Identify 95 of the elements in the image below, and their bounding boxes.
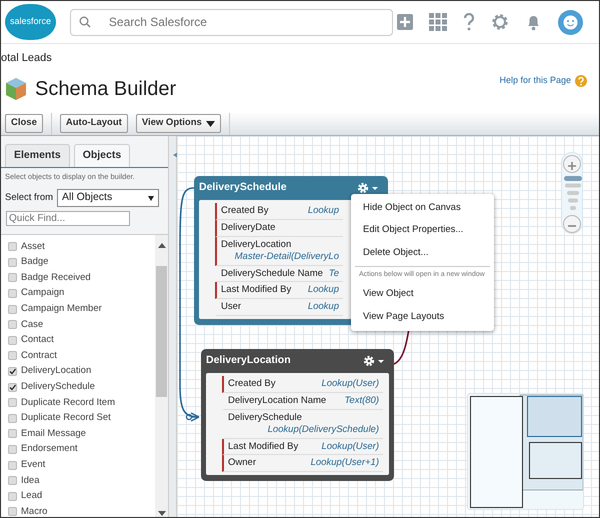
tab[interactable]: Elements	[5, 144, 70, 167]
object-item[interactable]: Badge Received	[1, 270, 155, 286]
search-icon	[78, 16, 91, 28]
field-name: Owner	[228, 457, 256, 470]
object-item[interactable]: Email Message	[1, 426, 155, 442]
object-item[interactable]: Event	[1, 457, 155, 473]
checkbox[interactable]	[8, 476, 17, 486]
tab[interactable]: Objects	[74, 144, 130, 167]
field-name: DeliveryLocation	[221, 238, 292, 251]
object-item[interactable]: Lead	[1, 488, 155, 504]
toolbar-button[interactable]: Auto-Layout	[60, 114, 128, 133]
object-item[interactable]: Contract	[1, 348, 155, 364]
gear-menu-icon[interactable]	[363, 355, 385, 367]
object-item[interactable]: Macro	[1, 504, 155, 517]
object-item[interactable]: Case	[1, 316, 155, 333]
field-type: Lookup(User)	[321, 440, 379, 452]
field-type: Lookup(User)	[321, 378, 379, 390]
checkbox[interactable]	[8, 367, 17, 376]
checkbox[interactable]	[8, 320, 17, 330]
select-label: Select from	[5, 190, 54, 205]
field-name: Created By	[221, 205, 269, 217]
object-item[interactable]: Duplicate Record Set	[1, 410, 155, 426]
node-title: DeliverySchedule	[199, 180, 287, 196]
checkbox[interactable]	[8, 507, 17, 516]
help-icon[interactable]	[575, 75, 587, 87]
scrollbar-thumb[interactable]	[156, 266, 167, 397]
checkbox[interactable]	[8, 351, 17, 360]
object-item[interactable]: Contact	[1, 332, 155, 348]
field-type: Text(80)	[344, 394, 379, 407]
checkbox[interactable]	[8, 445, 17, 454]
checkbox[interactable]	[8, 429, 17, 438]
checkbox[interactable]	[8, 398, 17, 408]
checkbox[interactable]	[8, 242, 17, 252]
zoom-in-button[interactable]	[563, 155, 581, 173]
schema-builder-icon	[5, 77, 27, 101]
object-item[interactable]: Endorsement	[1, 442, 155, 458]
caret-icon	[148, 196, 154, 200]
scrollbar[interactable]	[155, 235, 168, 517]
field-name: User	[221, 301, 242, 314]
checkbox[interactable]	[8, 460, 17, 470]
checkbox[interactable]	[8, 289, 17, 298]
zoom-control[interactable]	[561, 152, 583, 234]
field-name: DeliverySchedule	[228, 412, 302, 424]
page-title: Schema Builder	[35, 77, 176, 102]
field-name: Last Modified By	[228, 440, 298, 452]
object-select[interactable]: All Objects	[57, 189, 160, 207]
field-name: Last Modified By	[221, 284, 292, 296]
avatar-icon[interactable]	[558, 10, 583, 34]
object-item[interactable]: Campaign	[1, 286, 155, 302]
help-link[interactable]: Help for this Page	[499, 74, 571, 88]
quick-find-field[interactable]: Quick Find...	[6, 211, 130, 226]
node-title: DeliveryLocation	[206, 353, 291, 368]
field-type: Lookup	[308, 301, 339, 314]
field-type: Lookup	[308, 205, 339, 217]
object-item[interactable]: Asset	[1, 239, 155, 255]
object-item[interactable]: DeliverySchedule	[1, 379, 155, 395]
zoom-slider[interactable]	[562, 175, 584, 213]
checkbox[interactable]	[8, 304, 17, 314]
object-node[interactable]: DeliveryLocation Created By Lookup(User) DeliveryLocation Name Text(80) DeliverySchedule Lookup(DeliverySchedule) Last Modified By Lookup(User) Owner Lookup(User+1)	[201, 349, 394, 482]
checkbox[interactable]	[8, 492, 17, 501]
object-item[interactable]: Badge	[1, 254, 155, 270]
object-item[interactable]: DeliveryLocation	[1, 364, 155, 380]
object-item[interactable]: Idea	[1, 472, 155, 488]
app-launcher-icon[interactable]	[429, 13, 447, 31]
field-type: Lookup(User+1)	[310, 457, 379, 470]
settings-icon[interactable]	[491, 13, 509, 31]
object-item[interactable]: Duplicate Record Item	[1, 394, 155, 411]
scroll-down-icon[interactable]	[158, 510, 166, 516]
field-type: Te	[328, 268, 339, 280]
zoom-out-button[interactable]	[563, 215, 581, 233]
field-name: DeliveryDate	[221, 222, 276, 234]
field-type: Master-Detail(DeliveryLo	[234, 250, 339, 262]
scroll-up-icon[interactable]	[158, 243, 166, 248]
checkbox[interactable]	[8, 382, 17, 392]
field-name: DeliveryLocation Name	[228, 394, 326, 407]
gear-menu-icon[interactable]	[357, 182, 379, 194]
field-type: Lookup	[308, 284, 339, 296]
caret-icon	[206, 120, 215, 126]
view-options-dropdown[interactable]: View Options	[136, 114, 221, 133]
field-name: Created By	[228, 378, 276, 390]
object-item[interactable]: Campaign Member	[1, 301, 155, 317]
toolbar-button[interactable]: Close	[5, 114, 43, 133]
help-icon[interactable]	[463, 13, 475, 31]
checkbox[interactable]	[8, 336, 17, 345]
search-box[interactable]: Search Salesforce	[70, 8, 393, 36]
notifications-icon[interactable]	[525, 13, 542, 31]
field-type: Lookup(DeliverySchedule)	[268, 424, 379, 436]
field-name: DeliverySchedule Name	[221, 268, 323, 280]
checkbox[interactable]	[8, 273, 17, 282]
breadcrumb-link[interactable]: otal Leads	[1, 44, 599, 66]
zoom-thumb[interactable]	[564, 176, 582, 181]
checkbox[interactable]	[8, 414, 17, 423]
checkbox[interactable]	[8, 258, 17, 267]
add-icon[interactable]	[397, 14, 413, 30]
plus-icon	[568, 162, 576, 170]
